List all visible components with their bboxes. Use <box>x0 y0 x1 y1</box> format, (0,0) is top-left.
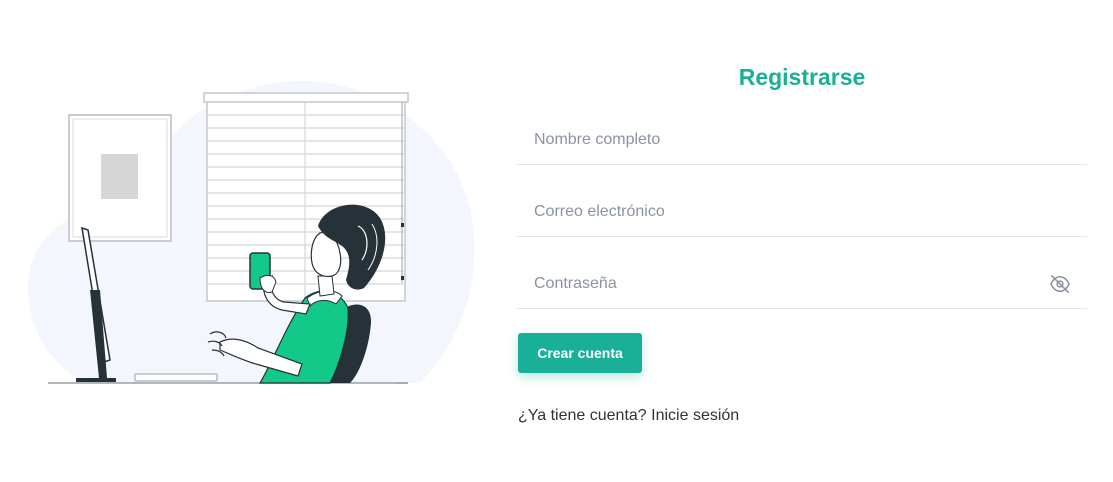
fullname-input[interactable] <box>517 118 1054 162</box>
login-link[interactable]: Inicie sesión <box>651 407 739 424</box>
password-field-row <box>517 262 1087 309</box>
login-prompt-text: ¿Ya tiene cuenta? <box>518 407 647 424</box>
eye-slash-icon[interactable] <box>1049 274 1071 294</box>
create-account-button[interactable]: Crear cuenta <box>518 333 642 373</box>
page-title: Registrarse <box>738 64 866 90</box>
wall-frame <box>68 114 172 242</box>
login-prompt: ¿Ya tiene cuenta? Inicie sesión <box>518 407 739 425</box>
password-input[interactable] <box>517 262 1054 306</box>
email-input[interactable] <box>517 190 1054 234</box>
window-blinds <box>203 92 409 302</box>
signup-illustration <box>28 81 475 384</box>
fullname-field-row <box>517 118 1087 165</box>
keyboard <box>134 373 218 382</box>
register-form: Registrarse Crear cuenta ¿Ya tiene cuent… <box>517 0 1087 482</box>
email-field-row <box>517 190 1087 237</box>
